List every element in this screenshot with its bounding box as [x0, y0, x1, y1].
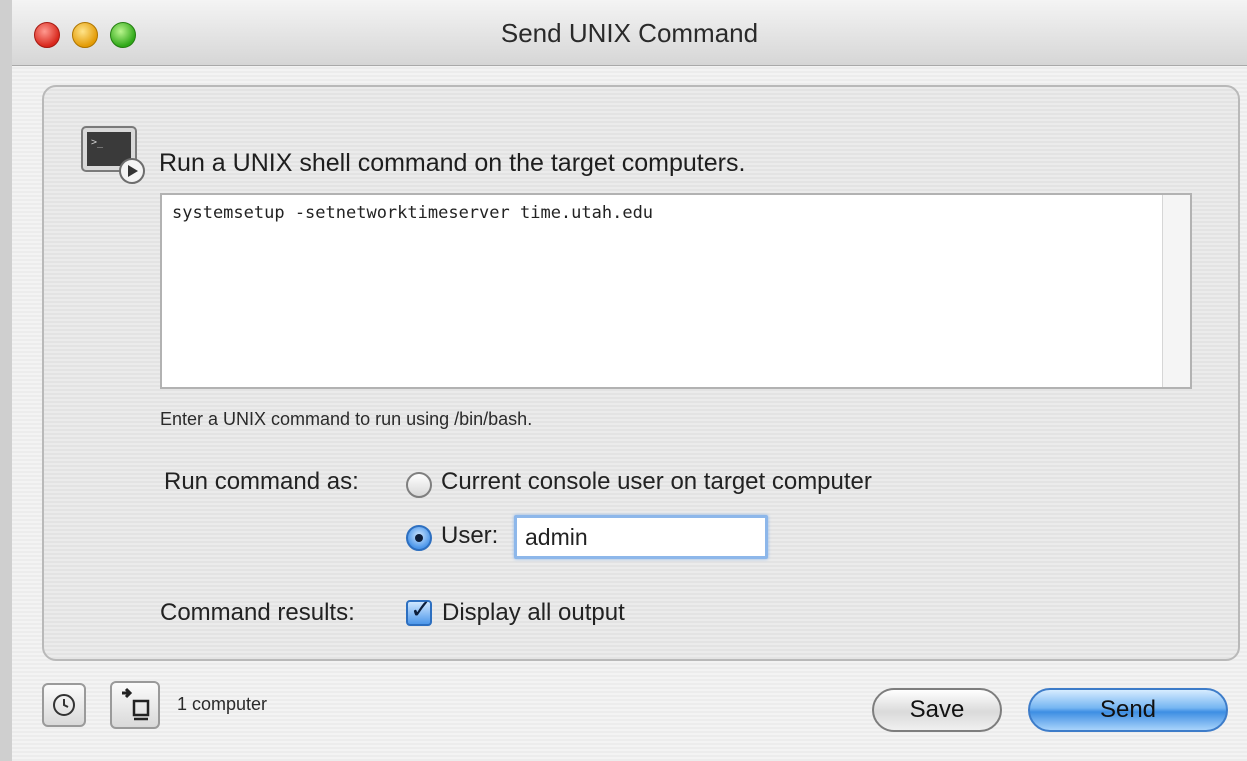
radio-selected-dot	[415, 534, 423, 542]
panel-heading: Run a UNIX shell command on the target c…	[159, 149, 746, 177]
radio-console-user[interactable]	[406, 472, 432, 498]
svg-text:>_: >_	[91, 137, 104, 148]
send-button[interactable]: Send	[1028, 688, 1228, 732]
send-unix-command-window: Send UNIX Command >_ Run a UNIX shell co…	[0, 0, 1247, 761]
display-output-label[interactable]: Display all output	[442, 599, 625, 627]
display-output-checkbox[interactable]: ✓	[406, 595, 432, 626]
command-panel: >_ Run a UNIX shell command on the targe…	[42, 85, 1240, 661]
add-computer-button[interactable]	[110, 681, 160, 729]
computer-count: 1 computer	[177, 694, 268, 714]
add-computer-icon	[122, 687, 150, 721]
run-as-label: Run command as:	[164, 468, 359, 495]
user-name-field[interactable]	[514, 515, 768, 559]
save-button[interactable]: Save	[872, 688, 1002, 732]
schedule-button[interactable]	[42, 683, 86, 727]
radio-specific-user-label[interactable]: User:	[441, 522, 498, 550]
window-title: Send UNIX Command	[500, 18, 759, 48]
terminal-icon: >_	[81, 126, 145, 184]
command-text-area[interactable]: systemsetup -setnetworktimeserver time.u…	[160, 193, 1192, 389]
command-hint: Enter a UNIX command to run using /bin/b…	[160, 409, 533, 429]
command-input[interactable]: systemsetup -setnetworktimeserver time.u…	[172, 203, 1152, 381]
clock-icon	[53, 694, 75, 716]
radio-specific-user[interactable]	[406, 525, 432, 551]
title-bar: Send UNIX Command	[12, 0, 1247, 66]
radio-console-user-label[interactable]: Current console user on target computer	[441, 468, 872, 496]
scrollbar-track[interactable]	[1162, 195, 1190, 387]
command-results-label: Command results:	[160, 599, 355, 626]
checkmark-icon: ✓	[410, 595, 432, 625]
